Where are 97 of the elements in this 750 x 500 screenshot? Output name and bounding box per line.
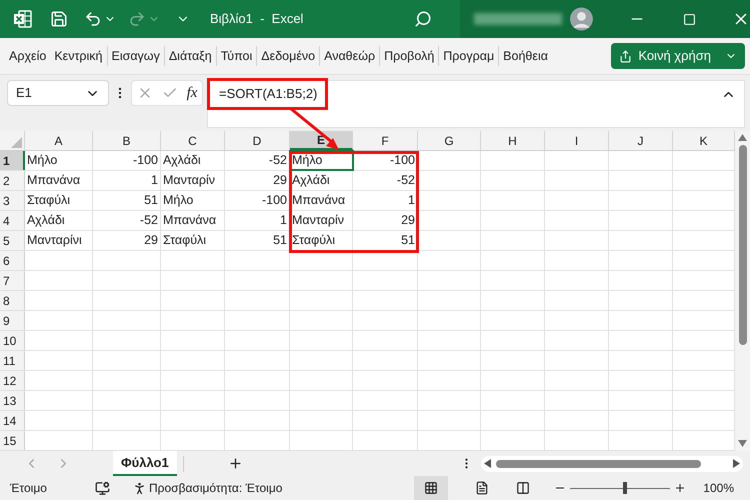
- column-header[interactable]: F: [353, 131, 418, 150]
- table-cell-text: Μπανάνα: [162, 212, 218, 230]
- vertical-scrollbar[interactable]: [735, 131, 750, 451]
- row-header[interactable]: 5: [0, 231, 25, 250]
- table-cell-text: Αχλάδι: [26, 212, 66, 230]
- row-header[interactable]: 2: [0, 171, 25, 190]
- table-cell-text: -52: [138, 212, 159, 230]
- macro-recording-icon[interactable]: [95, 480, 110, 496]
- table-cell-text: Σταφύλι: [291, 232, 336, 250]
- zoom-in-icon[interactable]: [674, 482, 686, 494]
- column-header[interactable]: G: [418, 131, 481, 150]
- save-icon[interactable]: [50, 10, 68, 28]
- table-cell-text: -100: [260, 192, 288, 210]
- table-cell-text: Μπανάνα: [291, 192, 346, 210]
- table-cell-text: Μήλο: [291, 152, 324, 170]
- table-cell-text: 1: [279, 212, 288, 230]
- table-cell-text: 29: [400, 212, 416, 230]
- row-header[interactable]: 6: [0, 251, 25, 270]
- page-break-icon[interactable]: [516, 481, 530, 495]
- table-cell-text: -100: [388, 152, 416, 170]
- window-title: Βιβλίο1 - Excel: [210, 10, 304, 28]
- ribbon-tab[interactable]: Κεντρική: [50, 46, 106, 66]
- table-cell-text: Μανταρίν: [162, 172, 216, 190]
- scroll-down-icon[interactable]: [738, 440, 747, 447]
- spreadsheet-logo-icon: [13, 9, 33, 29]
- status-text: Έτοιμο: [10, 480, 48, 497]
- ribbon-tab[interactable]: Δεδομένο: [257, 46, 320, 66]
- row-header[interactable]: 1: [0, 151, 25, 170]
- ribbon-tab[interactable]: Διάταξη: [164, 46, 216, 66]
- row-header[interactable]: 15: [0, 431, 25, 450]
- table-cell-text: 51: [272, 232, 288, 250]
- table-cell-text: Μπανάνα: [26, 172, 82, 190]
- table-cell-text: 51: [143, 192, 159, 210]
- scroll-up-icon[interactable]: [738, 134, 747, 141]
- insert-function-button[interactable]: fx: [186, 82, 198, 104]
- undo-icon[interactable]: [84, 10, 102, 28]
- row-header[interactable]: 10: [0, 331, 25, 350]
- row-header[interactable]: 14: [0, 411, 25, 430]
- table-cell-text: Μήλο: [162, 192, 194, 210]
- row-header[interactable]: 13: [0, 391, 25, 410]
- highlighted-formula: =SORT(A1:B5;2): [207, 78, 328, 110]
- ribbon-tab[interactable]: Προβολή: [380, 46, 438, 66]
- column-header[interactable]: I: [545, 131, 609, 150]
- column-header[interactable]: C: [161, 131, 225, 150]
- table-cell-text: 1: [407, 192, 416, 210]
- ribbon-tab[interactable]: Αρχείο: [5, 46, 50, 66]
- maximize-icon[interactable]: [683, 12, 696, 26]
- table-cell-text: Μήλο: [26, 152, 58, 170]
- zoom-thumb[interactable]: [623, 482, 628, 494]
- ribbon-tab[interactable]: Βοήθεια: [499, 46, 552, 66]
- table-cell-text: -52: [396, 172, 416, 190]
- table-cell-text: -100: [132, 152, 159, 170]
- table-cell-text: 29: [143, 232, 159, 250]
- accessibility-icon[interactable]: [132, 480, 147, 496]
- ribbon-tab[interactable]: Αναθεώρ: [320, 46, 380, 66]
- scroll-left-icon[interactable]: [484, 459, 491, 468]
- arrow: [289, 106, 339, 150]
- table-cell-text: Αχλάδι: [162, 152, 202, 170]
- column-header[interactable]: E: [290, 131, 353, 150]
- table-cell-text: -52: [268, 152, 288, 170]
- avatar-icon[interactable]: [570, 6, 593, 32]
- row-header[interactable]: 12: [0, 371, 25, 390]
- page-layout-icon[interactable]: [475, 481, 490, 495]
- table-cell-text: Σταφύλι: [26, 192, 72, 210]
- share-icon: [619, 50, 632, 62]
- name-box[interactable]: E1: [7, 80, 109, 106]
- row-header[interactable]: 9: [0, 311, 25, 330]
- row-header[interactable]: 8: [0, 291, 25, 310]
- row-header[interactable]: 11: [0, 351, 25, 370]
- accessibility-status[interactable]: Προσβασιμότητα: Έτοιμο: [149, 479, 282, 497]
- column-header[interactable]: B: [93, 131, 161, 150]
- add-sheet-icon[interactable]: [228, 456, 243, 471]
- table-cell-text: Σταφύλι: [162, 232, 208, 250]
- search-icon[interactable]: [414, 10, 432, 28]
- row-header[interactable]: 7: [0, 271, 25, 290]
- column-header[interactable]: H: [481, 131, 545, 150]
- formula-field[interactable]: =SORT(A1:B5;2): [207, 80, 745, 128]
- ribbon-tab[interactable]: Εισαγωγ: [108, 46, 164, 66]
- sheet-tab[interactable]: Φύλλο1: [113, 451, 177, 476]
- scroll-right-icon[interactable]: [733, 459, 740, 468]
- table-cell-text: Μανταρίνι: [26, 232, 83, 250]
- column-header[interactable]: A: [25, 131, 93, 150]
- row-header[interactable]: 3: [0, 191, 25, 210]
- table-cell-text: Αχλάδι: [291, 172, 331, 190]
- grid-icon: [424, 481, 438, 495]
- column-header[interactable]: J: [609, 131, 673, 150]
- table-cell-text: 29: [272, 172, 288, 190]
- horizontal-scrollbar[interactable]: [481, 456, 743, 472]
- table-cell-text: 51: [400, 232, 416, 250]
- share-button[interactable]: Κοινή χρήση: [611, 43, 745, 69]
- ribbon-tab[interactable]: Τύποι: [216, 46, 256, 66]
- row-header[interactable]: 4: [0, 211, 25, 230]
- zoom-percentage[interactable]: 100%: [703, 479, 734, 497]
- normal-view-button[interactable]: [414, 476, 448, 500]
- table-cell-text: 1: [150, 172, 159, 190]
- ribbon-tab[interactable]: Προγραμ: [439, 46, 498, 66]
- table-cell-text: Μανταρίν: [291, 212, 346, 230]
